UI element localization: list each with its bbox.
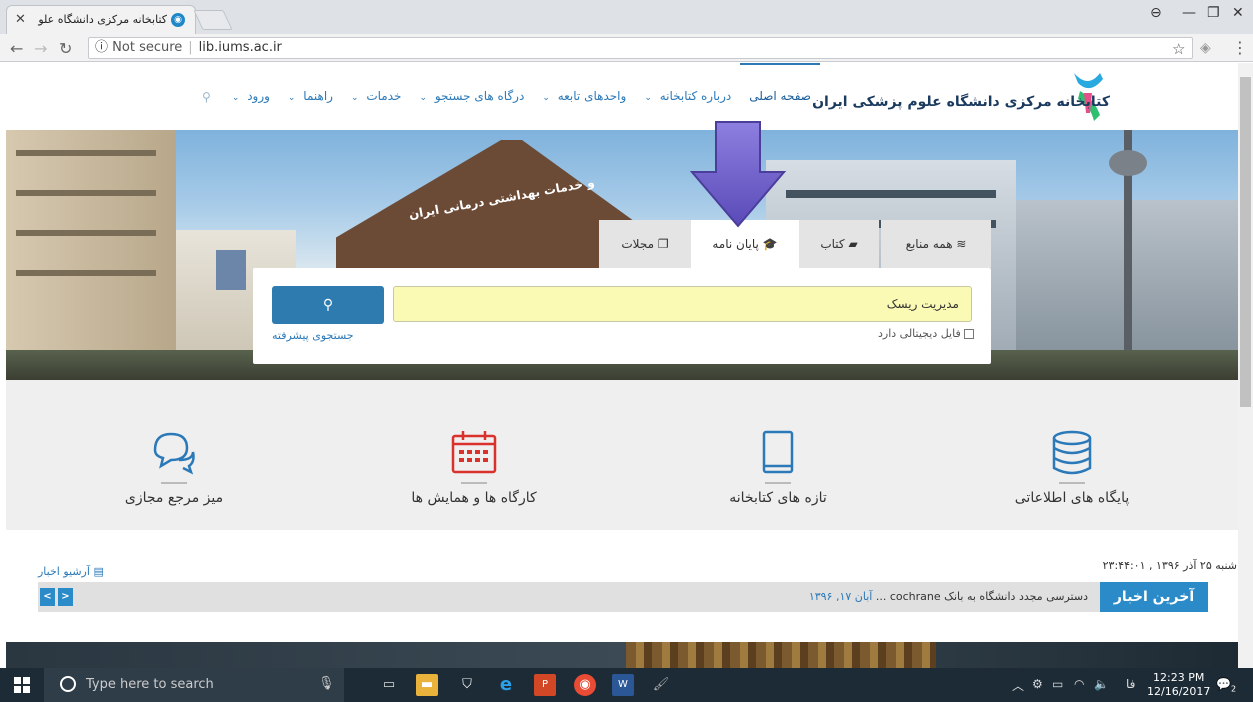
news-headline[interactable]: دسترسی مجدد دانشگاه به بانک cochrane ...… xyxy=(809,582,1088,612)
news-archive-link[interactable]: ▤ آرشیو اخبار xyxy=(38,565,104,578)
campus-building-image xyxy=(6,130,176,380)
search-button[interactable]: ⚲ xyxy=(272,286,384,324)
quick-link-workshops[interactable]: کارگاه ها و همایش ها xyxy=(364,380,584,506)
close-window-button[interactable]: ✕ xyxy=(1232,5,1244,21)
restore-button[interactable]: ❐ xyxy=(1207,5,1220,21)
chat-bubbles-icon xyxy=(153,432,195,475)
language-indicator[interactable]: فا xyxy=(1126,677,1135,691)
chevron-down-icon: ⌄ xyxy=(287,93,296,103)
news-next-button[interactable]: > xyxy=(58,588,73,606)
new-tab-button[interactable] xyxy=(193,10,233,30)
news-date: شنبه ۲۵ آذر ۱۳۹۶ , ۲۳:۴۴:۰۱ xyxy=(1102,559,1237,572)
tab-title: کتابخانه مرکزی دانشگاه علو xyxy=(38,13,167,26)
chevron-down-icon: ⌄ xyxy=(542,93,550,103)
chevron-down-icon: ⌄ xyxy=(350,93,359,103)
chevron-down-icon: ⌄ xyxy=(644,93,652,103)
security-label: Not secure xyxy=(112,40,183,55)
database-icon xyxy=(1052,430,1092,475)
library-favicon-icon: ◉ xyxy=(171,13,185,27)
tray-network-icon[interactable]: ⚙ xyxy=(1032,677,1043,691)
wifi-icon[interactable]: ◠ xyxy=(1074,677,1084,691)
bookmark-star-icon[interactable]: ☆ xyxy=(1172,40,1185,58)
latest-news-label: آخرین اخبار xyxy=(1100,582,1208,612)
nav-login[interactable]: ورود ⌄ xyxy=(223,63,279,130)
quick-link-new-arrivals[interactable]: تازه های کتابخانه xyxy=(668,380,888,506)
quick-link-databases[interactable]: پایگاه های اطلاعاتی xyxy=(962,380,1182,506)
quick-link-virtual-reference[interactable]: میز مرجع مجازی xyxy=(64,380,284,506)
book-icon xyxy=(762,430,794,474)
site-header: کتابخانه مرکزی دانشگاه علوم پزشکی ایران … xyxy=(0,63,1238,130)
notification-center-icon[interactable]: 💬2 xyxy=(1216,677,1236,693)
microphone-icon[interactable]: 🎙 xyxy=(318,676,335,691)
magnifier-icon: ⚲ xyxy=(322,297,334,313)
chevron-down-icon: ⌄ xyxy=(231,93,240,103)
page-scrollbar[interactable] xyxy=(1238,63,1253,668)
chrome-icon[interactable]: ◉ xyxy=(574,674,596,696)
profile-icon[interactable]: ⊖ xyxy=(1150,5,1162,21)
word-icon[interactable]: W xyxy=(612,674,634,696)
tab-books[interactable]: ▰ کتاب xyxy=(799,220,879,268)
info-icon[interactable]: ⓘ xyxy=(95,40,108,55)
logo-text[interactable]: کتابخانه مرکزی دانشگاه علوم پزشکی ایران xyxy=(812,94,1110,110)
browser-tab[interactable]: ✕ کتابخانه مرکزی دانشگاه علو ◉ xyxy=(6,5,196,34)
nav-search-portals[interactable]: درگاه های جستجو ⌄ xyxy=(410,63,533,130)
taskbar-clock[interactable]: 12:23 PM 12/16/2017 xyxy=(1147,671,1210,699)
search-icon[interactable]: ⚲ xyxy=(202,90,211,104)
cortana-icon xyxy=(60,676,76,692)
archive-icon: ▤ xyxy=(93,565,104,578)
paint-icon[interactable]: 🖌 xyxy=(650,674,672,696)
nav-services[interactable]: خدمات ⌄ xyxy=(342,63,410,130)
tab-close-icon[interactable]: ✕ xyxy=(15,12,26,27)
quick-links: پایگاه های اطلاعاتی تازه های کتابخانه کا… xyxy=(6,380,1238,530)
volume-icon[interactable]: 🔈 xyxy=(1094,677,1109,691)
search-input[interactable]: مدیریت ریسک xyxy=(393,286,972,322)
book-icon: ▰ xyxy=(848,237,858,251)
browser-tabstrip: ✕ کتابخانه مرکزی دانشگاه علو ◉ ⊖ — ❐ ✕ xyxy=(0,0,1253,34)
file-explorer-icon[interactable]: ▬ xyxy=(416,674,438,696)
checkbox-box[interactable] xyxy=(963,329,974,339)
address-bar[interactable]: ⓘ Not secure | lib.iums.ac.ir xyxy=(88,37,1193,59)
edge-icon[interactable]: e xyxy=(495,674,517,696)
windows-start-icon[interactable] xyxy=(14,677,30,693)
tab-all-resources[interactable]: ≋ همه منابع xyxy=(881,220,991,268)
pointer-arrow-icon xyxy=(690,121,786,228)
scroll-thumb[interactable] xyxy=(1240,77,1251,407)
minimize-button[interactable]: — xyxy=(1182,5,1196,21)
url-text: lib.iums.ac.ir xyxy=(198,40,282,55)
battery-icon[interactable]: ▭ xyxy=(1052,677,1063,691)
advanced-search-link[interactable]: جستجوی پیشرفته xyxy=(272,329,354,342)
all-resources-icon: ≋ xyxy=(956,237,967,251)
tab-journals[interactable]: ❐ مجلات xyxy=(599,220,691,268)
graduation-cap-icon: 🎓 xyxy=(762,237,778,251)
task-view-icon[interactable]: ▭ xyxy=(378,674,400,696)
taskbar-search-box[interactable]: Type here to search xyxy=(44,668,344,702)
news-ticker: آخرین اخبار دسترسی مجدد دانشگاه به بانک … xyxy=(38,582,1208,612)
store-icon[interactable]: ⛉ xyxy=(456,674,478,696)
nav-help[interactable]: راهنما ⌄ xyxy=(279,63,342,130)
browser-toolbar: ← → ↻ ⓘ Not secure | lib.iums.ac.ir xyxy=(0,34,1253,62)
back-arrow-icon[interactable]: ← xyxy=(10,39,23,58)
calendar-icon xyxy=(451,431,497,474)
digital-file-checkbox[interactable]: فایل دیجیتالی دارد xyxy=(878,327,974,340)
news-prev-button[interactable]: < xyxy=(40,588,55,606)
journals-icon: ❐ xyxy=(657,237,669,251)
chevron-down-icon: ⌄ xyxy=(419,93,427,103)
windows-taskbar: Type here to search 🎙 ▭ ▬ ⛉ e P ◉ W 🖌 ︿ … xyxy=(0,668,1253,702)
browser-menu-icon[interactable]: ⋮ xyxy=(1232,38,1248,57)
extension-icon[interactable]: ◈ xyxy=(1200,40,1211,56)
reload-icon[interactable]: ↻ xyxy=(59,39,72,58)
nav-units[interactable]: واحدهای تابعه ⌄ xyxy=(533,63,635,130)
tray-up-arrow-icon[interactable]: ︿ xyxy=(1012,677,1024,694)
footer-banner-image xyxy=(6,642,1238,668)
powerpoint-icon[interactable]: P xyxy=(534,674,556,696)
forward-arrow-icon[interactable]: → xyxy=(34,39,47,58)
